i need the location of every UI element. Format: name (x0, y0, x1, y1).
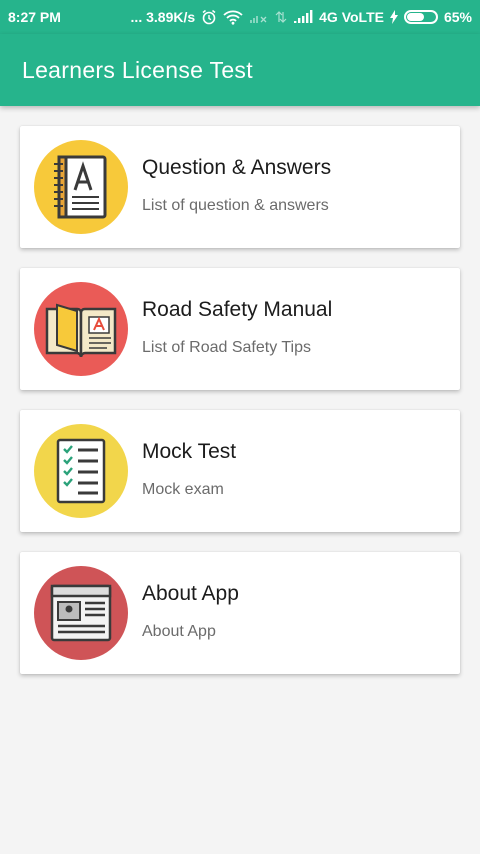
network-type: 4G VoLTE (319, 9, 384, 25)
status-bar: 8:27 PM ... 3.89K/s 4G VoLTE 65% (0, 0, 480, 34)
network-speed: ... 3.89K/s (130, 9, 196, 25)
notebook-icon (34, 140, 128, 234)
battery-percent: 65% (443, 9, 472, 25)
newspaper-icon (34, 566, 128, 660)
wifi-icon (223, 9, 243, 25)
menu-item-subtitle: About App (142, 623, 216, 640)
book-icon (34, 282, 128, 376)
signal-weak-icon (249, 10, 269, 24)
menu-item-title: Mock Test (142, 440, 237, 463)
status-time: 8:27 PM (8, 9, 61, 25)
data-transfer-icon (275, 10, 287, 24)
app-bar: Learners License Test (0, 34, 480, 106)
menu-list: Question & Answers List of question & an… (20, 126, 460, 694)
menu-item-question-answers[interactable]: Question & Answers List of question & an… (20, 126, 460, 248)
menu-item-subtitle: List of Road Safety Tips (142, 339, 311, 356)
app-title: Learners License Test (22, 56, 253, 83)
menu-item-road-safety-manual[interactable]: Road Safety Manual List of Road Safety T… (20, 268, 460, 390)
checklist-icon (34, 424, 128, 518)
menu-item-title: Road Safety Manual (142, 298, 333, 321)
battery-icon (403, 10, 438, 24)
menu-item-title: About App (142, 582, 239, 605)
menu-item-mock-test[interactable]: Mock Test Mock exam (20, 410, 460, 532)
charging-icon (389, 10, 398, 24)
menu-item-about-app[interactable]: About App About App (20, 552, 460, 674)
menu-item-subtitle: Mock exam (142, 481, 224, 498)
signal-icon (293, 10, 313, 24)
alarm-icon (201, 9, 217, 25)
menu-item-title: Question & Answers (142, 156, 332, 179)
menu-item-subtitle: List of question & answers (142, 197, 329, 214)
